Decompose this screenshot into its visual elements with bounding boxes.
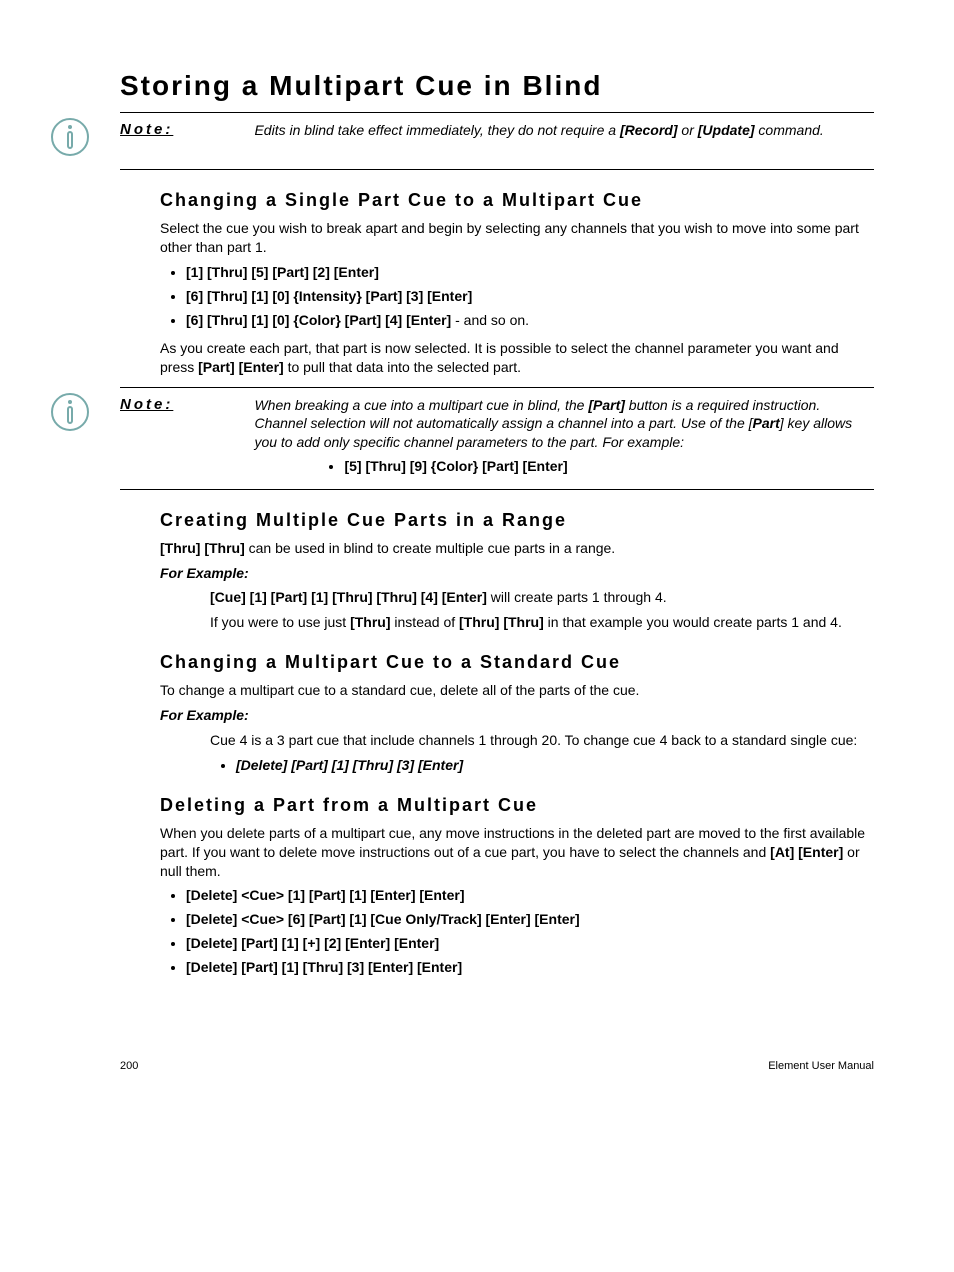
body-text: Select the cue you wish to break apart a… <box>160 219 874 257</box>
command-list: [Delete] [Part] [1] [Thru] [3] [Enter] <box>236 756 874 775</box>
example-label: For Example: <box>160 706 874 725</box>
doc-title: Element User Manual <box>768 1060 874 1072</box>
section-multipart-to-standard: Changing a Multipart Cue to a Standard C… <box>160 652 874 775</box>
page-number: 200 <box>120 1060 138 1072</box>
key-text: [Thru] [Thru] <box>160 540 245 556</box>
info-icon <box>50 117 90 157</box>
command-text: [Delete] [Part] [1] [Thru] [3] [Enter] [… <box>186 959 462 975</box>
note-block-2: Note: When breaking a cue into a multipa… <box>120 387 874 489</box>
body-text: When you delete parts of a multipart cue… <box>160 824 874 881</box>
list-item: [Delete] <Cue> [1] [Part] [1] [Enter] [E… <box>186 886 874 905</box>
list-item: [5] [Thru] [9] {Color} [Part] [Enter] <box>344 457 854 476</box>
command-text: [5] [Thru] [9] {Color} [Part] [Enter] <box>344 458 567 474</box>
command-text: [Delete] <Cue> [1] [Part] [1] [Enter] [E… <box>186 887 464 903</box>
note-label: Note: <box>120 121 250 138</box>
section-multiple-parts-range: Creating Multiple Cue Parts in a Range [… <box>160 510 874 633</box>
info-icon <box>50 392 90 432</box>
command-text: [1] [Thru] [5] [Part] [2] [Enter] <box>186 264 379 280</box>
note-body: Edits in blind take effect immediately, … <box>254 121 854 139</box>
text-fragment: If you were to use just <box>210 614 350 630</box>
note-body: When breaking a cue into a multipart cue… <box>254 396 854 480</box>
text-fragment: to pull that data into the selected part… <box>284 359 521 375</box>
list-item: [Delete] [Part] [1] [Thru] [3] [Enter] <box>236 756 874 775</box>
note-text: Edits in blind take effect immediately, … <box>254 122 620 138</box>
example-block: [Cue] [1] [Part] [1] [Thru] [Thru] [4] [… <box>210 588 874 632</box>
text-fragment: will create parts 1 through 4. <box>487 589 667 605</box>
example-block: Cue 4 is a 3 part cue that include chann… <box>210 731 874 775</box>
note-text: When breaking a cue into a multipart cue… <box>254 397 588 413</box>
list-item: [6] [Thru] [1] [0] {Intensity} [Part] [3… <box>186 287 874 306</box>
list-item: [6] [Thru] [1] [0] {Color} [Part] [4] [E… <box>186 311 874 330</box>
example-text: Cue 4 is a 3 part cue that include chann… <box>210 731 874 750</box>
command-text: [Delete] <Cue> [6] [Part] [1] [Cue Only/… <box>186 911 580 927</box>
section-heading: Changing a Single Part Cue to a Multipar… <box>160 190 874 211</box>
text-fragment: instead of <box>391 614 460 630</box>
example-label: For Example: <box>160 564 874 583</box>
note-key: Part <box>753 415 780 431</box>
command-text: [Delete] [Part] [1] [+] [2] [Enter] [Ent… <box>186 935 439 951</box>
note-key: [Update] <box>698 122 755 138</box>
list-item: [1] [Thru] [5] [Part] [2] [Enter] <box>186 263 874 282</box>
example-text: [Cue] [1] [Part] [1] [Thru] [Thru] [4] [… <box>210 588 874 607</box>
section-deleting-part: Deleting a Part from a Multipart Cue Whe… <box>160 795 874 977</box>
section-heading: Creating Multiple Cue Parts in a Range <box>160 510 874 531</box>
command-list: [5] [Thru] [9] {Color} [Part] [Enter] <box>344 457 854 476</box>
command-text: [Cue] [1] [Part] [1] [Thru] [Thru] [4] [… <box>210 589 487 605</box>
command-text: [6] [Thru] [1] [0] {Intensity} [Part] [3… <box>186 288 472 304</box>
command-text: [Delete] [Part] [1] [Thru] [3] [Enter] <box>236 757 463 773</box>
note-key: [Record] <box>620 122 678 138</box>
note-text: command. <box>755 122 824 138</box>
key-text: [At] [Enter] <box>770 844 843 860</box>
command-tail: - and so on. <box>451 312 529 328</box>
key-text: [Thru] [Thru] <box>459 614 544 630</box>
note-text: or <box>678 122 698 138</box>
note-block-1: Note: Edits in blind take effect immedia… <box>120 112 874 170</box>
section-single-to-multipart: Changing a Single Part Cue to a Multipar… <box>160 190 874 377</box>
example-text: If you were to use just [Thru] instead o… <box>210 613 874 632</box>
section-heading: Deleting a Part from a Multipart Cue <box>160 795 874 816</box>
list-item: [Delete] [Part] [1] [+] [2] [Enter] [Ent… <box>186 934 874 953</box>
key-text: [Part] [Enter] <box>198 359 284 375</box>
body-text: To change a multipart cue to a standard … <box>160 681 874 700</box>
text-fragment: can be used in blind to create multiple … <box>245 540 615 556</box>
list-item: [Delete] <Cue> [6] [Part] [1] [Cue Only/… <box>186 910 874 929</box>
page-title: Storing a Multipart Cue in Blind <box>120 70 874 102</box>
body-text: As you create each part, that part is no… <box>160 339 874 377</box>
body-text: [Thru] [Thru] can be used in blind to cr… <box>160 539 874 558</box>
page-footer: 200 Element User Manual <box>120 1060 874 1072</box>
command-list: [Delete] <Cue> [1] [Part] [1] [Enter] [E… <box>186 886 874 977</box>
list-item: [Delete] [Part] [1] [Thru] [3] [Enter] [… <box>186 958 874 977</box>
section-heading: Changing a Multipart Cue to a Standard C… <box>160 652 874 673</box>
text-fragment: in that example you would create parts 1… <box>544 614 842 630</box>
text-fragment: When you delete parts of a multipart cue… <box>160 825 865 860</box>
note-label: Note: <box>120 396 250 413</box>
command-text: [6] [Thru] [1] [0] {Color} [Part] [4] [E… <box>186 312 451 328</box>
command-list: [1] [Thru] [5] [Part] [2] [Enter] [6] [T… <box>186 263 874 330</box>
key-text: [Thru] <box>350 614 390 630</box>
note-key: [Part] <box>588 397 625 413</box>
